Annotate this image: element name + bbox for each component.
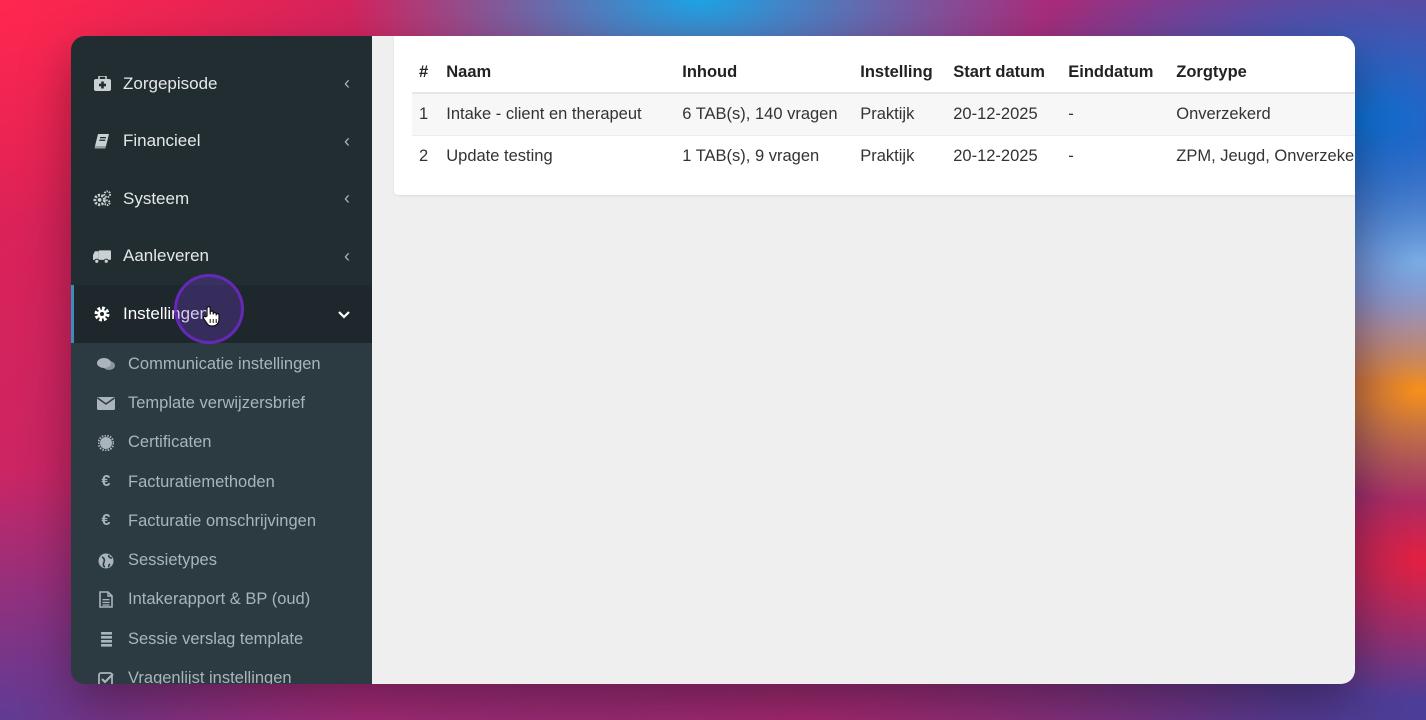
- submenu-item-template-verwijzersbrief[interactable]: Template verwijzersbrief: [71, 384, 372, 423]
- cell-einddatum: -: [1061, 92, 1170, 136]
- cell-einddatum: -: [1061, 135, 1170, 177]
- column-header-naam[interactable]: Naam: [439, 52, 676, 94]
- cell-zorgtype: ZPM, Jeugd, Onverzekerd: [1169, 135, 1355, 177]
- submenu-label: Facturatie omschrijvingen: [128, 511, 316, 530]
- cell-start-datum: 20-12-2025: [946, 135, 1062, 177]
- sidebar-item-label: Systeem: [123, 188, 190, 208]
- submenu-label: Vragenlijst instellingen: [128, 669, 292, 684]
- cogs-icon: [93, 190, 111, 208]
- column-header-einddatum[interactable]: Einddatum: [1061, 52, 1170, 94]
- hand-cursor-icon: [202, 305, 220, 332]
- submenu-label: Communicatie instellingen: [128, 354, 321, 373]
- sidebar-item-zorgepisode[interactable]: Zorgepisode ‹: [71, 55, 372, 113]
- submenu-label: Sessie verslag template: [128, 629, 304, 648]
- sidebar-item-label: Aanleveren: [123, 246, 210, 266]
- questionnaire-table: # Naam Inhoud Instelling Start datum Ein…: [412, 52, 1355, 177]
- sidebar-item-systeem[interactable]: Systeem ‹: [71, 170, 372, 228]
- chevron-left-icon: ‹: [344, 188, 350, 209]
- chevron-left-icon: ‹: [344, 245, 350, 266]
- sidebar-item-label: Financieel: [123, 131, 201, 151]
- comments-icon: [97, 357, 115, 371]
- submenu-label: Facturatiemethoden: [128, 472, 275, 491]
- sidebar-item-label: Zorgepisode: [123, 73, 218, 93]
- cell-start-datum: 20-12-2025: [946, 92, 1062, 136]
- sidebar: Zorgepisode ‹ Financieel ‹ Systeem ‹ Aan…: [71, 36, 372, 684]
- euro-icon: €: [101, 473, 111, 491]
- submenu-item-certificaten[interactable]: Certificaten: [71, 423, 372, 462]
- column-header-start-datum[interactable]: Start datum: [946, 52, 1062, 94]
- cell-inhoud: 1 TAB(s), 9 vragen: [675, 135, 854, 177]
- submenu-label: Intakerapport & BP (oud): [128, 590, 311, 609]
- certificate-icon: [97, 434, 115, 451]
- cell-instelling: Praktijk: [853, 135, 947, 177]
- submenu-item-facturatiemethoden[interactable]: € Facturatiemethoden: [71, 462, 372, 501]
- column-header-zorgtype[interactable]: Zorgtype: [1169, 52, 1355, 94]
- cell-instelling: Praktijk: [853, 92, 947, 136]
- cell-naam[interactable]: Update testing: [439, 135, 676, 177]
- medkit-icon: [93, 75, 111, 93]
- main-content: # Naam Inhoud Instelling Start datum Ein…: [372, 36, 1355, 684]
- chevron-down-icon: [338, 303, 350, 324]
- submenu-item-sessietypes[interactable]: Sessietypes: [71, 541, 372, 580]
- table-row[interactable]: 1 Intake - client en therapeut 6 TAB(s),…: [412, 92, 1355, 136]
- cell-zorgtype: Onverzekerd: [1169, 92, 1355, 136]
- envelope-icon: [97, 396, 115, 410]
- submenu-label: Certificaten: [128, 433, 212, 452]
- file-text-icon: [97, 591, 115, 609]
- submenu-label: Template verwijzersbrief: [128, 393, 305, 412]
- chevron-left-icon: ‹: [344, 130, 350, 151]
- app-window: Zorgepisode ‹ Financieel ‹ Systeem ‹ Aan…: [71, 36, 1355, 684]
- column-header-number[interactable]: #: [412, 52, 440, 94]
- submenu-item-vragenlijst-instellingen[interactable]: Vragenlijst instellingen: [71, 659, 372, 684]
- questionnaire-table-card: # Naam Inhoud Instelling Start datum Ein…: [394, 36, 1355, 195]
- cell-number: 2: [412, 135, 440, 177]
- cell-inhoud: 6 TAB(s), 140 vragen: [675, 92, 854, 136]
- submenu-item-communicatie[interactable]: Communicatie instellingen: [71, 345, 372, 384]
- submenu-label: Sessietypes: [128, 551, 217, 570]
- table-row[interactable]: 2 Update testing 1 TAB(s), 9 vragen Prak…: [412, 135, 1355, 177]
- chevron-left-icon: ‹: [344, 73, 350, 94]
- cell-number: 1: [412, 92, 440, 136]
- cell-naam[interactable]: Intake - client en therapeut: [439, 92, 676, 136]
- instellingen-submenu: Communicatie instellingen Template verwi…: [71, 342, 372, 684]
- sidebar-item-financieel[interactable]: Financieel ‹: [71, 113, 372, 171]
- column-header-inhoud[interactable]: Inhoud: [675, 52, 854, 94]
- submenu-item-intakerapport[interactable]: Intakerapport & BP (oud): [71, 580, 372, 619]
- check-square-icon: [97, 671, 115, 684]
- list-icon: [97, 631, 115, 647]
- gear-icon: [93, 305, 111, 323]
- globe-icon: [97, 553, 115, 569]
- submenu-item-sessie-verslag-template[interactable]: Sessie verslag template: [71, 620, 372, 659]
- table-header-row: # Naam Inhoud Instelling Start datum Ein…: [412, 52, 1355, 94]
- euro-icon: €: [101, 512, 111, 530]
- submenu-item-facturatie-omschrijvingen[interactable]: € Facturatie omschrijvingen: [71, 502, 372, 541]
- column-header-instelling[interactable]: Instelling: [853, 52, 947, 94]
- book-icon: [93, 132, 111, 150]
- truck-icon: [93, 247, 111, 265]
